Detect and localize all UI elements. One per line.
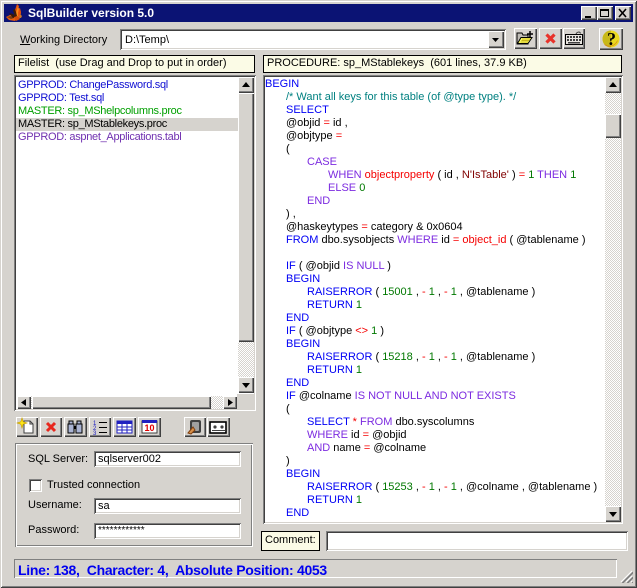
svg-text:10: 10 [144,423,154,433]
svg-text:?: ? [607,29,616,49]
svg-text:3: 3 [93,431,97,437]
